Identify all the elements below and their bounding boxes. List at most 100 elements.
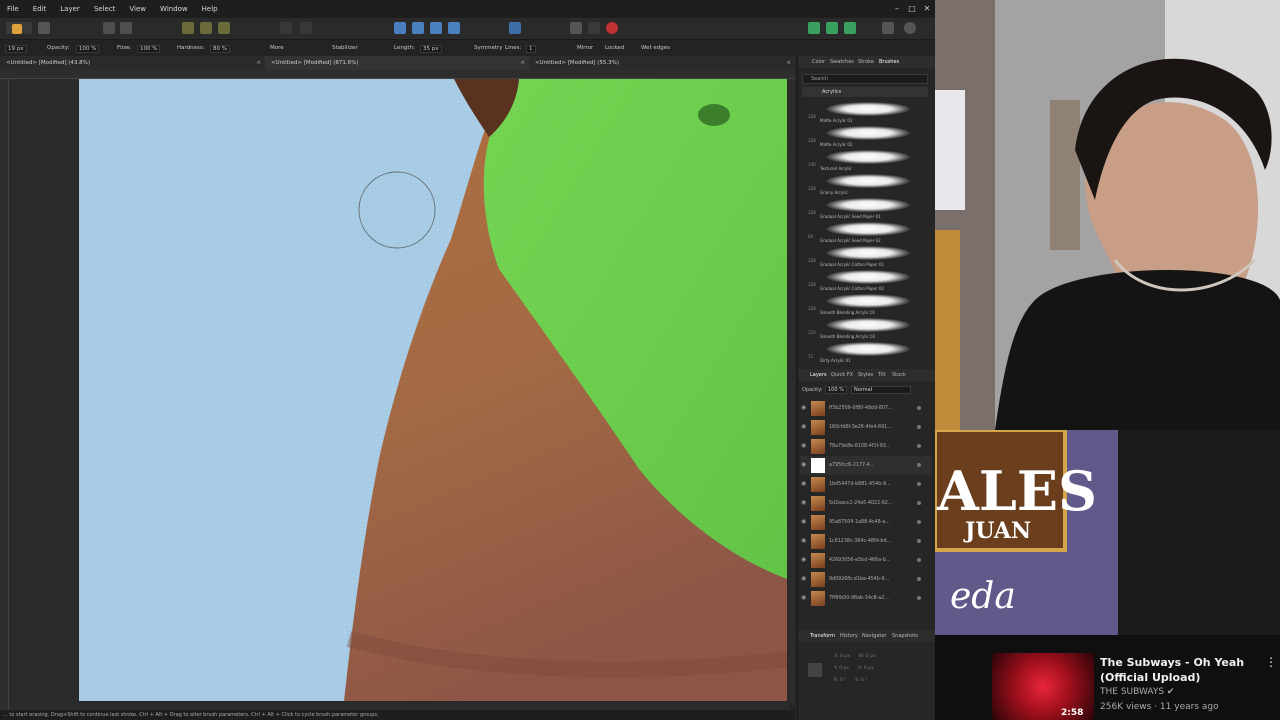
visibility-dot-icon[interactable] [917,558,921,562]
layer-row[interactable]: ◉ 5d2aacc2-24a5-4022-82... [800,494,932,513]
layer-row[interactable]: ◉ 160cfd6f-3e26-4fe4-891... [800,418,932,437]
tab-transform[interactable]: Transform [810,633,835,639]
locked-toggle[interactable]: Locked [605,45,624,51]
minimize-button[interactable]: – [889,0,905,18]
disabled-tool-icon[interactable] [280,22,292,34]
crop-tool-icon[interactable] [218,22,230,34]
align-center-icon[interactable] [412,22,424,34]
lines-field[interactable]: 1 [526,45,536,53]
more-button[interactable]: More [270,45,284,51]
blend-mode-dropdown[interactable]: Normal [851,386,911,394]
visibility-dot-icon[interactable] [917,596,921,600]
youtube-now-playing[interactable]: 2:58 The Subways - Oh Yeah (Official Upl… [935,635,1280,720]
doc-tab-1[interactable]: <Untitled> [Modified] (43.8%) × [0,56,265,70]
visibility-dot-icon[interactable] [917,463,921,467]
wet-edges-toggle[interactable]: Wet edges [641,45,670,51]
brush-size-field[interactable]: 19 px [5,45,27,53]
vertical-scrollbar[interactable] [789,79,795,704]
eye-icon[interactable]: ◉ [801,576,807,582]
maximize-button[interactable]: □ [904,0,920,18]
close-icon[interactable]: × [786,56,791,70]
tab-color[interactable]: Color [812,59,825,65]
close-window-button[interactable]: ✕ [919,0,935,18]
menu-layer[interactable]: Layer [53,5,87,13]
layer-row[interactable]: ◉ 78a79e8e-8108-4f1f-93... [800,437,932,456]
layer-row[interactable]: ◉ 95a87504-1a88-4c48-a... [800,513,932,532]
flow-field[interactable]: 100 % [137,45,161,53]
menu-edit[interactable]: Edit [26,5,54,13]
eye-icon[interactable]: ◉ [801,519,807,525]
video-title[interactable]: The Subways - Oh Yeah (Official Upload) [1100,655,1270,685]
tab-stock[interactable]: Stock [892,372,906,378]
tab-snapshots[interactable]: Snapshots [892,633,918,639]
brush-item[interactable]: 60 Gradual Acrylic Seed Paper 02 [808,222,928,246]
visibility-dot-icon[interactable] [917,577,921,581]
tab-styles[interactable]: Styles [858,372,873,378]
visibility-dot-icon[interactable] [917,425,921,429]
tab-brushes[interactable]: Brushes [879,59,899,65]
layer-row[interactable]: ◉ 1c81238c-364c-48fd-bd... [800,532,932,551]
layer-row[interactable]: ◉ ff3b2509-0f80-48dd-807... [800,399,932,418]
hardness-field[interactable]: 80 % [210,45,230,53]
eye-icon[interactable]: ◉ [801,424,807,430]
brush-item[interactable]: 120 Smooth Blending Acrylic 02 [808,318,928,342]
mirror-toggle[interactable]: Mirror [577,45,593,51]
tab-swatches[interactable]: Swatches [830,59,854,65]
gear-icon[interactable] [103,22,115,34]
eye-icon[interactable]: ◉ [801,462,807,468]
stabilizer-toggle[interactable]: Stabilizer [332,45,358,51]
visibility-dot-icon[interactable] [917,444,921,448]
menu-file[interactable]: File [0,5,26,13]
doc-tab-3[interactable]: <Untitled> [Modified] (55.3%) × [529,56,795,70]
more-options-icon[interactable]: ⋮ [1265,655,1277,669]
menu-view[interactable]: View [122,5,153,13]
snapping-icon[interactable] [509,22,521,34]
tab-layers[interactable]: Layers [810,372,827,378]
swatch-icon[interactable] [588,22,600,34]
layer-row[interactable]: ◉ 7ff6fb00-98ab-34c8-a2... [800,589,932,608]
channel-name[interactable]: THE SUBWAYS ✔ [1100,687,1174,697]
align-right-icon[interactable] [430,22,442,34]
close-icon[interactable]: × [256,56,261,70]
export-icon[interactable] [826,22,838,34]
quick-mask-icon[interactable] [606,22,618,34]
eye-icon[interactable]: ◉ [801,538,807,544]
brush-item[interactable]: 128 Gradual Acrylic Seed Paper 01 [808,198,928,222]
menu-window[interactable]: Window [153,5,195,13]
brush-item[interactable]: 128 Smooth Blending Acrylic 01 [808,294,928,318]
brush-category-dropdown[interactable]: Acrylics [802,87,928,97]
eye-icon[interactable]: ◉ [801,595,807,601]
align-left-icon[interactable] [394,22,406,34]
visibility-dot-icon[interactable] [917,501,921,505]
layer-row[interactable]: ◉ a795fcc8-2177-4... [800,456,932,475]
layer-row[interactable]: ◉ 9d0926fb-d1ba-454b-9... [800,570,932,589]
brush-item[interactable]: 128 Gradual Acrylic Cotton Paper 01 [808,246,928,270]
artwork-canvas[interactable] [79,79,787,701]
layer-opacity-field[interactable]: 100 % [825,386,847,394]
disabled-tool-icon[interactable] [300,22,312,34]
tab-quick-fx[interactable]: Quick FX [831,372,853,378]
settings-icon[interactable] [120,22,132,34]
eye-icon[interactable]: ◉ [801,481,807,487]
visibility-dot-icon[interactable] [917,482,921,486]
eye-icon[interactable]: ◉ [801,500,807,506]
share-icon[interactable] [844,22,856,34]
doc-tab-2[interactable]: <Untitled> [Modified] (871.6%) × [265,56,529,70]
view-mode-icon[interactable] [882,22,894,34]
close-icon[interactable]: × [520,56,525,70]
eye-icon[interactable]: ◉ [801,405,807,411]
length-field[interactable]: 35 px [420,45,442,53]
symmetry-toggle[interactable]: Symmetry [474,45,503,51]
pixel-persona-icon[interactable] [38,22,50,34]
eye-icon[interactable]: ◉ [801,443,807,449]
menu-select[interactable]: Select [87,5,123,13]
brush-item[interactable]: 128 Matte Acrylic 01 [808,102,928,126]
visibility-dot-icon[interactable] [917,520,921,524]
transform-tool-icon[interactable] [200,22,212,34]
tab-navigator[interactable]: Navigator [862,633,886,639]
account-icon[interactable] [904,22,916,34]
brush-search-input[interactable]: Search [802,74,928,84]
visibility-dot-icon[interactable] [917,406,921,410]
brush-item[interactable]: 128 Matte Acrylic 02 [808,126,928,150]
assistant-icon[interactable] [808,22,820,34]
